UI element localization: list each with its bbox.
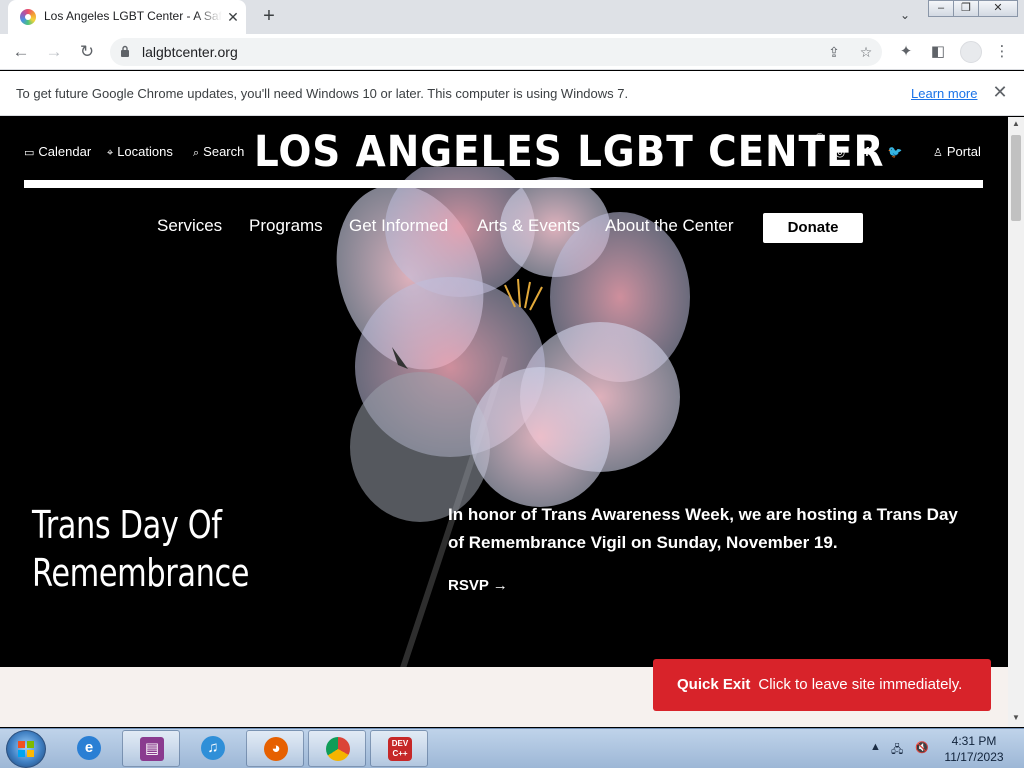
nav-get-informed[interactable]: Get Informed <box>349 216 448 236</box>
close-window-button[interactable]: ✕ <box>978 0 1018 17</box>
search-icon: ⌕ <box>193 147 200 159</box>
nav-services[interactable]: Services <box>157 216 222 236</box>
site-favicon-icon <box>20 9 36 25</box>
calendar-link[interactable]: ▭ Calendar <box>24 144 91 160</box>
menu-icon[interactable]: ⋮ <box>992 42 1012 62</box>
hero-title: Trans Day Of Remembrance <box>32 503 250 595</box>
winrar-taskbar-button[interactable]: ▤ <box>122 730 180 767</box>
tab-search-icon[interactable]: ⌄ <box>896 8 914 26</box>
devcpp-icon: DEV C++ <box>388 737 412 761</box>
network-icon[interactable]: 🖧 <box>891 741 903 760</box>
facebook-icon[interactable]: f <box>859 144 875 160</box>
back-button[interactable]: ← <box>9 41 33 63</box>
rsvp-link[interactable]: RSVP → <box>448 577 508 594</box>
firefox-taskbar-button[interactable]: ◕ <box>246 730 304 767</box>
nav-programs[interactable]: Programs <box>249 216 323 236</box>
infobar-message: To get future Google Chrome updates, you… <box>16 86 629 101</box>
winrar-icon: ▤ <box>140 737 164 761</box>
tab-strip: Los Angeles LGBT Center - A Safe ✕ + ⌄ –… <box>0 0 1024 34</box>
volume-muted-icon[interactable]: 🔇 <box>915 741 929 754</box>
clock-date: 11/17/2023 <box>944 750 1004 764</box>
quick-exit-button[interactable]: Quick Exit Click to leave site immediatel… <box>653 659 991 711</box>
new-tab-button[interactable]: + <box>258 6 280 28</box>
update-infobar: To get future Google Chrome updates, you… <box>0 71 1024 116</box>
nav-arts-events[interactable]: Arts & Events <box>477 216 580 236</box>
system-clock[interactable]: 4:31 PM 11/17/2023 <box>936 733 1012 765</box>
tab-close-icon[interactable]: ✕ <box>224 8 242 26</box>
twitter-icon[interactable]: 🐦 <box>887 144 903 160</box>
infobar-close-icon[interactable]: ✕ <box>990 82 1010 102</box>
forward-button[interactable]: → <box>42 41 66 63</box>
header-divider <box>24 180 983 188</box>
firefox-icon: ◕ <box>264 737 288 761</box>
user-icon: ♙ <box>933 147 943 159</box>
reload-button[interactable]: ↻ <box>75 41 99 63</box>
map-pin-icon: ⌖ <box>107 147 114 159</box>
extensions-icon[interactable]: ✦ <box>896 42 916 62</box>
learn-more-link[interactable]: Learn more <box>911 86 977 101</box>
portal-link[interactable]: ♙ Portal <box>933 144 981 160</box>
share-icon[interactable]: ⇪ <box>824 42 844 62</box>
scroll-thumb[interactable] <box>1011 135 1021 221</box>
chrome-taskbar-button[interactable] <box>308 730 366 767</box>
lock-icon <box>121 45 129 57</box>
url-text: lalgbtcenter.org <box>142 44 238 60</box>
chrome-icon <box>326 737 350 761</box>
locations-link[interactable]: ⌖ Locations <box>107 144 173 160</box>
start-button[interactable] <box>6 730 46 768</box>
side-panel-icon[interactable]: ◧ <box>928 42 948 62</box>
donate-button[interactable]: Donate <box>763 213 863 243</box>
calendar-icon: ▭ <box>24 147 35 159</box>
page-viewport: ▭ Calendar ⌖ Locations ⌕ Search LOS ANGELES… <box>0 117 1008 727</box>
browser-toolbar: ← → ↻ lalgbtcenter.org ⇪ ☆ ✦ ◧ ⋮ <box>0 34 1024 70</box>
minimize-button[interactable]: – <box>928 0 954 17</box>
show-hidden-icons[interactable]: ▲ <box>870 741 881 753</box>
devcpp-taskbar-button[interactable]: DEV C++ <box>370 730 428 767</box>
search-link[interactable]: ⌕ Search <box>193 144 244 160</box>
arrow-right-icon: → <box>492 577 508 594</box>
flower-artwork <box>336 167 690 678</box>
itunes-icon: ♫ <box>201 736 225 760</box>
browser-tab[interactable]: Los Angeles LGBT Center - A Safe ✕ <box>8 0 246 34</box>
internet-explorer-taskbar-button[interactable]: e <box>60 730 118 767</box>
tab-title: Los Angeles LGBT Center - A Safe <box>44 9 222 23</box>
page-scrollbar[interactable]: ▲ ▼ <box>1008 117 1024 727</box>
windows-logo-icon <box>18 741 34 757</box>
restore-button[interactable]: ❐ <box>953 0 979 17</box>
windows-taskbar: e ▤ ♫ ◕ DEV C++ ▲ 🖧 🔇 4:31 PM 11/17/2023 <box>0 728 1024 768</box>
address-bar[interactable]: lalgbtcenter.org ⇪ ☆ <box>110 38 882 66</box>
nav-about[interactable]: About the Center <box>605 216 734 236</box>
site-logo[interactable]: LOS ANGELES LGBT CENTER <box>254 127 884 177</box>
instagram-icon[interactable]: ◎ <box>832 144 848 160</box>
clock-time: 4:31 PM <box>951 734 997 748</box>
hero-description: In honor of Trans Awareness Week, we are… <box>448 505 958 552</box>
scroll-down-icon[interactable]: ▼ <box>1008 713 1024 725</box>
scroll-up-icon[interactable]: ▲ <box>1008 119 1024 131</box>
itunes-taskbar-button[interactable]: ♫ <box>184 730 242 767</box>
bookmark-star-icon[interactable]: ☆ <box>856 42 876 62</box>
internet-explorer-icon: e <box>77 736 101 760</box>
profile-avatar[interactable] <box>960 41 982 63</box>
registered-mark: ® <box>816 132 824 143</box>
